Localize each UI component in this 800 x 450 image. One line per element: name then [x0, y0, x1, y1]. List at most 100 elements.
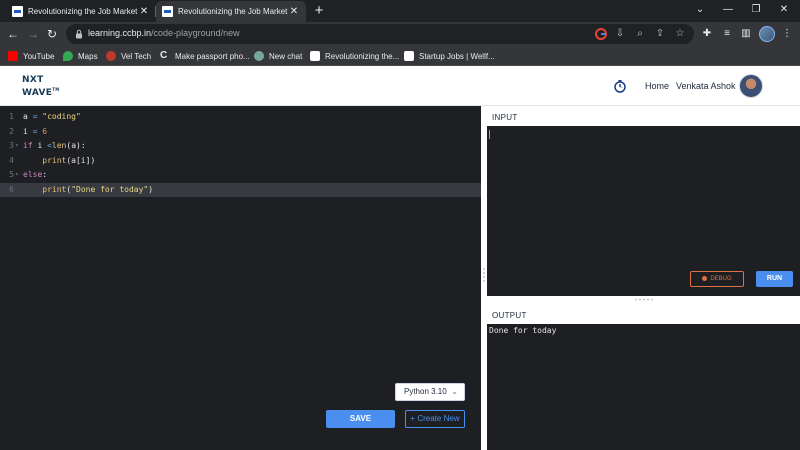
code-text: print(a[i])	[23, 154, 95, 168]
fold-chevron-icon[interactable]: ▾	[15, 168, 19, 182]
run-button[interactable]: RUN	[756, 271, 793, 287]
code-token: (a):	[66, 141, 86, 150]
line-number: 6	[9, 184, 14, 194]
user-name[interactable]: Venkata Ashok	[676, 81, 736, 91]
maps-icon	[63, 51, 73, 61]
minimize-icon[interactable]: —	[718, 3, 738, 17]
share-icon[interactable]: ⇪	[653, 27, 667, 41]
code-token: i	[32, 141, 48, 150]
bookmark-star-icon[interactable]: ☆	[673, 27, 687, 41]
browser-tab-2[interactable]: Revolutionizing the Job Market | ✕	[156, 1, 306, 22]
bookmark-new-chat[interactable]: New chat	[254, 49, 302, 63]
code-line[interactable]: 4 print(a[i])	[0, 154, 481, 168]
chevron-down-icon: ⌄	[451, 387, 458, 396]
text-caret	[489, 130, 490, 139]
language-select[interactable]: Python 3.10 ⌄	[395, 383, 465, 401]
create-new-label: Create New	[417, 414, 460, 423]
input-panel-title: INPUT	[492, 113, 518, 122]
nxtwave-favicon-icon	[162, 6, 173, 17]
install-app-icon[interactable]: ⇩	[613, 27, 627, 41]
bookmark-youtube[interactable]: YouTube	[8, 49, 54, 63]
save-button[interactable]: SAVE	[326, 410, 395, 428]
stdin-input[interactable]	[487, 126, 800, 296]
create-new-button[interactable]: + Create New	[405, 410, 465, 428]
back-icon[interactable]: ←	[6, 27, 20, 41]
code-line[interactable]: 6 print("Done for today")	[0, 182, 481, 197]
bookmark-startup-jobs[interactable]: Startup Jobs | Wellf...	[404, 49, 495, 63]
code-line[interactable]: 2 i = 6	[0, 125, 481, 139]
timer-icon[interactable]	[613, 79, 627, 93]
debug-button[interactable]: DEBUG	[690, 271, 744, 287]
code-token: print	[42, 155, 67, 165]
tab-title: Revolutionizing the Job Market |	[178, 7, 288, 16]
google-icon[interactable]	[594, 27, 608, 41]
bookmarks-bar: YouTube Maps Vel Tech C Make passport ph…	[0, 46, 800, 66]
code-token: print	[42, 184, 67, 194]
code-token: )	[148, 184, 154, 194]
code-token: (a[i])	[66, 155, 96, 165]
drag-handle-icon[interactable]	[482, 267, 486, 285]
nav-home-link[interactable]: Home	[645, 81, 669, 91]
side-panel-icon[interactable]: ▥	[739, 27, 753, 41]
logo-line-2: WAVE	[22, 88, 53, 98]
tab-title: Revolutionizing the Job Market |	[28, 7, 138, 16]
code-token: "Done for today"	[71, 184, 149, 194]
reload-icon[interactable]: ↻	[45, 27, 59, 41]
code-token: len	[51, 141, 67, 150]
address-bar[interactable]: learning.ccbp.in/code-playground/new ⇩ ⌕…	[66, 24, 694, 44]
profile-avatar-icon[interactable]	[759, 26, 775, 42]
window-close-icon[interactable]: ✕	[774, 3, 794, 17]
zoom-icon[interactable]: ⌕	[633, 27, 647, 41]
horizontal-resize-handle-icon[interactable]	[634, 298, 654, 301]
bookmark-label: Vel Tech	[121, 51, 152, 61]
code-line[interactable]: 5 ▾ else:	[0, 168, 481, 182]
nxtwave-favicon-icon	[12, 6, 23, 17]
close-icon[interactable]: ✕	[288, 6, 300, 17]
menu-kebab-icon[interactable]: ⋮	[780, 27, 794, 41]
close-icon[interactable]: ✕	[138, 6, 150, 17]
code-text: else:	[23, 168, 47, 182]
code-token: else	[23, 170, 43, 179]
restore-icon[interactable]: ❐	[746, 3, 766, 17]
bookmark-label: New chat	[269, 51, 303, 61]
avatar[interactable]	[739, 74, 763, 98]
bookmark-label: Startup Jobs | Wellf...	[419, 51, 495, 61]
code-line[interactable]: 1 a = "coding"	[0, 110, 481, 124]
code-text: print("Done for today")	[23, 183, 153, 197]
bookmark-passport-photo[interactable]: C Make passport pho...	[160, 49, 250, 63]
line-number: 3	[9, 141, 14, 150]
output-text: Done for today	[489, 326, 557, 335]
lock-icon	[76, 29, 82, 39]
bookmark-maps[interactable]: Maps	[63, 49, 98, 63]
output-console: Done for today	[487, 324, 800, 450]
code-token: =	[27, 126, 43, 136]
bookmark-label: YouTube	[23, 51, 55, 61]
youtube-icon	[8, 51, 18, 61]
code-text: if i <len(a):	[23, 139, 86, 153]
bookmark-veltech[interactable]: Vel Tech	[106, 49, 151, 63]
bookmark-revolutionizing[interactable]: Revolutionizing the...	[310, 49, 399, 63]
debug-label: DEBUG	[710, 276, 732, 282]
url-text: learning.ccbp.in/code-playground/new	[88, 28, 240, 38]
code-token: :	[42, 170, 48, 179]
code-token: if	[23, 141, 33, 150]
nxtwave-logo[interactable]: NXT WAVETM	[22, 75, 68, 99]
line-number: 4	[9, 155, 14, 165]
nxtwave-icon	[310, 51, 320, 61]
code-token: =	[27, 112, 43, 121]
chevron-down-icon[interactable]: ⌄	[690, 3, 710, 17]
extensions-icon[interactable]: ✚	[700, 27, 714, 41]
new-tab-icon[interactable]: +	[311, 2, 327, 20]
bookmark-label: Make passport pho...	[175, 51, 250, 61]
fold-chevron-icon[interactable]: ▾	[15, 139, 19, 153]
reading-list-icon[interactable]: ≡	[720, 27, 734, 41]
chatgpt-icon	[254, 51, 264, 61]
browser-tab-1[interactable]: Revolutionizing the Job Market | ✕	[6, 1, 156, 22]
line-number: 5	[9, 170, 14, 179]
debug-icon	[702, 275, 708, 281]
forward-icon[interactable]: →	[26, 27, 40, 41]
logo-trademark: TM	[52, 87, 60, 92]
code-line[interactable]: 3 ▾ if i <len(a):	[0, 139, 481, 153]
